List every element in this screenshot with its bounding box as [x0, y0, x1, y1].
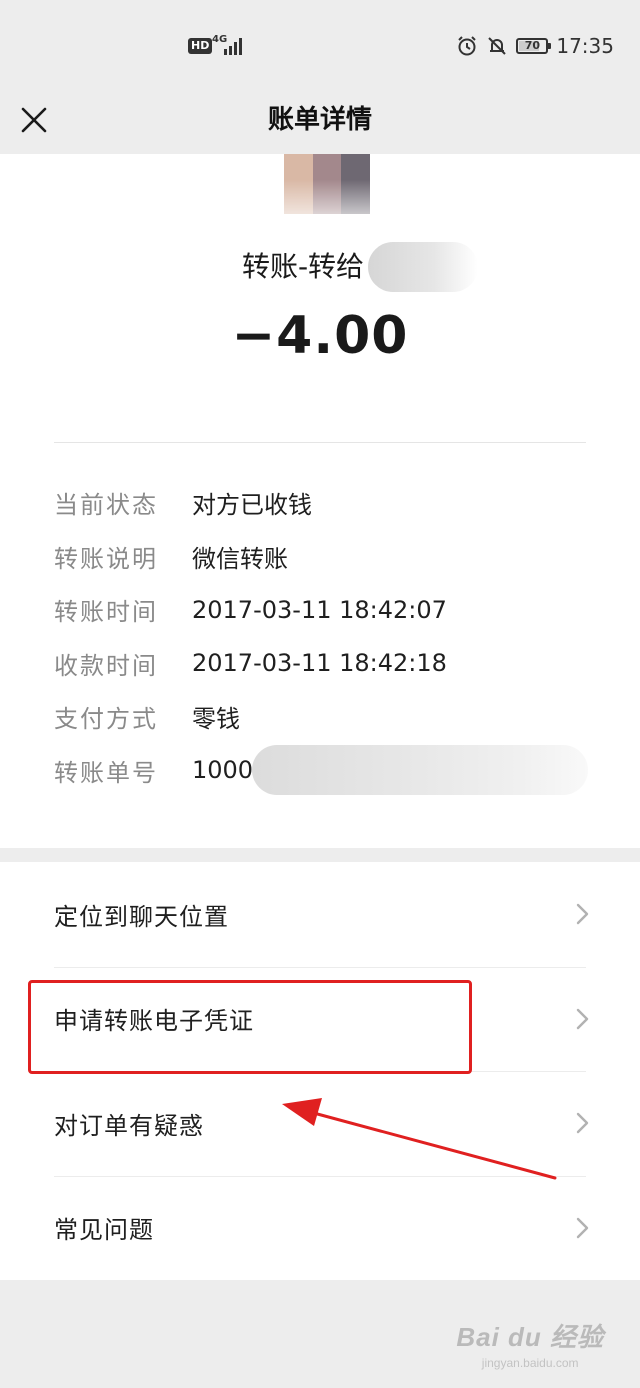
detail-key: 转账单号	[54, 758, 158, 787]
menu-item-faq[interactable]: 常见问题	[0, 1175, 640, 1281]
detail-key: 转账说明	[54, 544, 158, 573]
detail-row-order-number: 转账单号 10000	[54, 744, 614, 798]
menu-item-label: 常见问题	[54, 1216, 154, 1245]
menu-item-locate-chat[interactable]: 定位到聊天位置	[0, 862, 640, 967]
chevron-right-icon	[576, 1008, 589, 1029]
divider	[54, 442, 586, 443]
watermark: Bai du 经验 jingyan.baidu.com	[456, 1317, 604, 1370]
battery-icon: 70	[516, 38, 552, 54]
bill-card: 转账-转给 −4.00 当前状态 对方已收钱 转账说明 微信转账 转账时间 20…	[0, 154, 640, 848]
transaction-label-text: 转账-转给	[241, 250, 365, 283]
recipient-name-blurred	[368, 242, 479, 292]
status-bar: HD 4G 70 17:35	[0, 0, 640, 92]
order-number-blurred	[252, 745, 589, 796]
detail-value: 零钱	[192, 705, 240, 734]
detail-key: 支付方式	[54, 705, 158, 734]
hd-badge: HD	[188, 38, 213, 54]
transaction-label: 转账-转给	[0, 242, 640, 292]
menu-item-label: 对订单有疑惑	[54, 1111, 204, 1140]
detail-row-note: 转账说明 微信转账	[54, 530, 614, 584]
watermark-brand: Bai du 经验	[456, 1322, 604, 1352]
detail-value: 对方已收钱	[192, 491, 312, 520]
transaction-amount: −4.00	[231, 306, 409, 366]
chevron-right-icon	[576, 1113, 589, 1134]
detail-key: 转账时间	[54, 598, 158, 627]
chevron-right-icon	[576, 904, 589, 925]
detail-list: 当前状态 对方已收钱 转账说明 微信转账 转账时间 2017-03-11 18:…	[54, 476, 614, 797]
avatar-blur	[250, 154, 400, 218]
page-title: 账单详情	[267, 105, 372, 135]
status-time: 17:35	[556, 34, 614, 58]
detail-row-status: 当前状态 对方已收钱	[54, 476, 614, 530]
detail-row-payment-method: 支付方式 零钱	[54, 690, 614, 744]
alarm-icon	[458, 36, 477, 56]
detail-row-transfer-time: 转账时间 2017-03-11 18:42:07	[54, 583, 614, 637]
detail-value: 微信转账	[192, 544, 288, 573]
detail-value: 2017-03-11 18:42:07	[192, 595, 447, 624]
watermark-url: jingyan.baidu.com	[481, 1356, 579, 1370]
annotation-arrow-icon	[282, 1098, 557, 1180]
chevron-right-icon	[576, 1217, 589, 1238]
signal-icon	[224, 38, 242, 55]
annotation-highlight-box	[28, 980, 472, 1074]
detail-key: 当前状态	[54, 491, 158, 520]
detail-key: 收款时间	[54, 651, 158, 680]
detail-value: 2017-03-11 18:42:18	[192, 649, 447, 678]
mute-bell-icon	[488, 37, 507, 55]
nav-bar: 账单详情	[0, 92, 640, 154]
menu-item-label: 定位到聊天位置	[54, 902, 229, 931]
detail-row-receive-time: 收款时间 2017-03-11 18:42:18	[54, 637, 614, 691]
